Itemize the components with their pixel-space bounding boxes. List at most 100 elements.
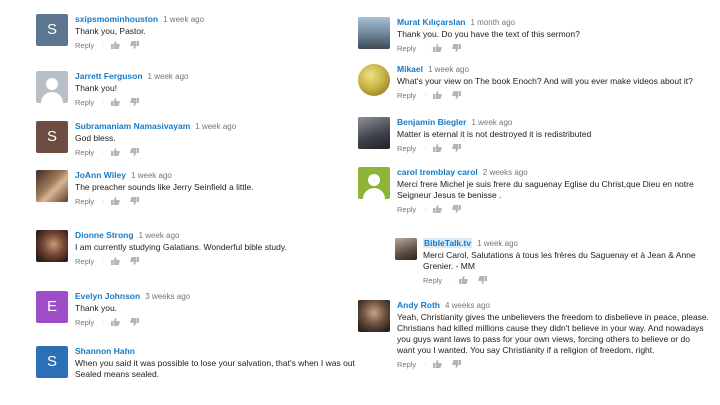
thumbs-up-icon[interactable] [110,98,120,106]
thumbs-up-icon[interactable] [432,144,442,152]
reply-button[interactable]: Reply [397,205,416,214]
comment-time[interactable]: 3 weeks ago [145,292,190,301]
comment-author[interactable]: Mikael [397,64,423,74]
comment-author[interactable]: sxipsmominhouston [75,14,158,24]
separator: · [424,144,427,152]
separator: · [102,318,105,326]
separator: · [102,197,105,205]
comment-author[interactable]: Evelyn Johnson [75,291,140,301]
comment-author[interactable]: Shannon Hahn [75,346,135,356]
avatar[interactable]: S [36,121,68,153]
comment-text: Thank you. Do you have the text of this … [397,29,580,39]
avatar[interactable] [358,300,390,332]
comment-author[interactable]: carol tremblay carol [397,167,478,177]
avatar[interactable] [358,117,390,149]
avatar[interactable]: E [36,291,68,323]
reply-button[interactable]: Reply [397,44,416,53]
comment-time[interactable]: 1 week ago [148,72,189,81]
thumbs-down-icon[interactable] [129,41,139,49]
thumbs-down-icon[interactable] [451,360,461,368]
thumbs-up-icon[interactable] [432,44,442,52]
comment-text: Thank you, Pastor. [75,26,146,36]
comment-text: I am currently studying Galatians. Wonde… [75,242,287,252]
thumbs-up-icon[interactable] [110,197,120,205]
thumbs-down-icon[interactable] [129,148,139,156]
reply-button[interactable]: Reply [75,257,94,266]
thumbs-down-icon[interactable] [451,144,461,152]
comment-time[interactable]: 1 week ago [477,239,518,248]
comment: S sxipsmominhouston 1 week ago Thank you,… [36,14,351,50]
thumbs-down-icon[interactable] [451,205,461,213]
reply-button[interactable]: Reply [75,197,94,206]
avatar[interactable] [36,170,68,202]
reply-button[interactable]: Reply [397,91,416,100]
profile-photo [36,170,68,202]
comment-text: Matter is eternal it is not destroyed it… [397,129,592,139]
comment-text: Thank you. [75,303,118,313]
thumbs-down-icon[interactable] [451,44,461,52]
thumbs-down-icon[interactable] [129,318,139,326]
reply-button[interactable]: Reply [75,148,94,157]
thumbs-down-icon[interactable] [129,98,139,106]
comment-author[interactable]: Murat Kılıçarslan [397,17,466,27]
avatar[interactable] [358,64,390,96]
comment: S Subramaniam Namasivayam 1 week ago God … [36,121,351,157]
comment-time[interactable]: 1 month ago [471,18,515,27]
avatar[interactable] [395,238,417,260]
reply-button[interactable]: Reply [397,144,416,153]
comment-time[interactable]: 1 week ago [139,231,180,240]
comment-time[interactable]: 4 weeks ago [445,301,490,310]
thumbs-up-icon[interactable] [110,318,120,326]
comment-time[interactable]: 1 week ago [471,118,512,127]
thumbs-down-icon[interactable] [129,197,139,205]
separator: · [102,257,105,265]
separator: · [450,276,453,284]
comment-time[interactable]: 1 week ago [163,15,204,24]
reply-button[interactable]: Reply [75,98,94,107]
thumbs-up-icon[interactable] [458,276,468,284]
comment: Jarrett Ferguson 1 week ago Thank you! Re… [36,71,351,107]
thumbs-down-icon[interactable] [477,276,487,284]
avatar[interactable] [358,17,390,49]
comment-author[interactable]: Andy Roth [397,300,440,310]
avatar[interactable]: S [36,14,68,46]
reply-button[interactable]: Reply [423,276,442,285]
comment-reply: BibleTalk.tv 1 week ago Merci Carol, Salu… [395,238,710,285]
separator: · [424,360,427,368]
reply-button[interactable]: Reply [75,318,94,327]
comment-author[interactable]: Benjamin Biegler [397,117,466,127]
comment-author[interactable]: Jarrett Ferguson [75,71,143,81]
comment-author[interactable]: Dionne Strong [75,230,134,240]
user-body-icon [363,188,385,199]
separator: · [424,205,427,213]
comment-text: Merci Carol, Salutations à tous les frèr… [423,250,696,271]
thumbs-up-icon[interactable] [110,257,120,265]
reply-button[interactable]: Reply [397,360,416,369]
separator: · [102,41,105,49]
avatar[interactable] [358,167,390,199]
comment-author[interactable]: JoAnn Wiley [75,170,126,180]
comment-text: When you said it was possible to lose yo… [75,358,355,379]
thumbs-up-icon[interactable] [110,41,120,49]
comment-time[interactable]: 1 week ago [195,122,236,131]
thumbs-up-icon[interactable] [432,205,442,213]
comment: E Evelyn Johnson 3 weeks ago Thank you. R… [36,291,351,327]
comment-author[interactable]: BibleTalk.tv [423,238,473,248]
comment-time[interactable]: 2 weeks ago [483,168,528,177]
thumbs-up-icon[interactable] [432,360,442,368]
thumbs-down-icon[interactable] [129,257,139,265]
avatar[interactable] [36,71,68,103]
profile-photo [358,300,390,332]
thumbs-down-icon[interactable] [451,91,461,99]
thumbs-up-icon[interactable] [110,148,120,156]
avatar[interactable] [36,230,68,262]
reply-button[interactable]: Reply [75,41,94,50]
comment: S Shannon Hahn When you said it was poss… [36,346,355,380]
avatar[interactable]: S [36,346,68,378]
thumbs-up-icon[interactable] [432,91,442,99]
comment-author[interactable]: Subramaniam Namasivayam [75,121,190,131]
comment-time[interactable]: 1 week ago [131,171,172,180]
comment-time[interactable]: 1 week ago [428,65,469,74]
comment: Andy Roth 4 weeks ago Yeah, Christianity … [358,300,710,369]
separator: · [424,44,427,52]
